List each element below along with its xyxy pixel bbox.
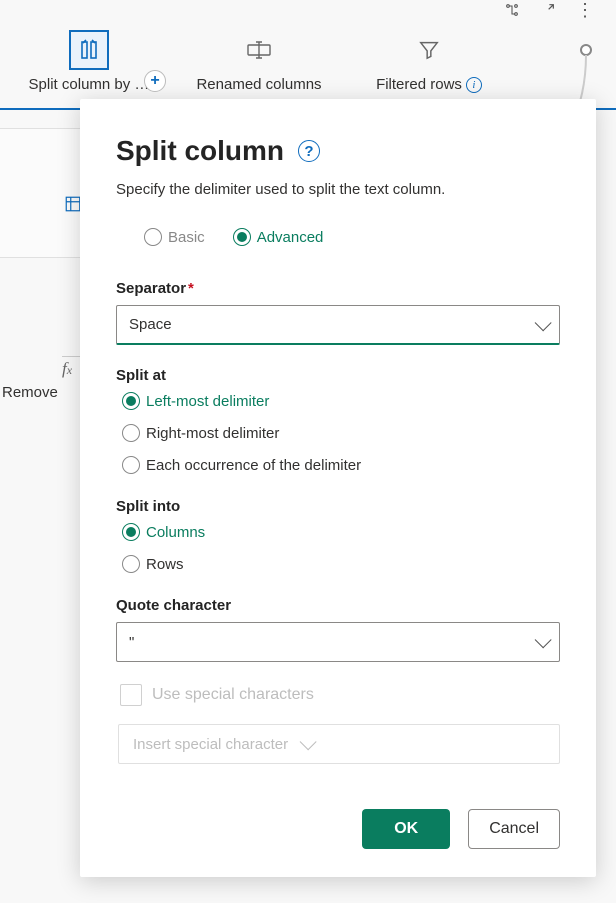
- radio-label: Each occurrence of the delimiter: [146, 457, 361, 474]
- insert-special-dropdown: Insert special character: [118, 724, 560, 764]
- info-icon[interactable]: i: [466, 77, 482, 93]
- split-column-icon: [77, 38, 101, 62]
- splitat-label: Split at: [116, 367, 560, 384]
- quote-select[interactable]: ": [116, 622, 560, 662]
- more-icon[interactable]: ⋮: [576, 0, 596, 21]
- checkbox-icon: [120, 684, 142, 706]
- special-characters-checkbox[interactable]: Use special characters: [116, 684, 560, 706]
- splitat-each-radio[interactable]: Each occurrence of the delimiter: [122, 456, 560, 474]
- radio-icon: [144, 228, 162, 246]
- filter-icon: [418, 39, 440, 61]
- splitinto-radio-group: Columns Rows: [116, 523, 560, 573]
- step-renamed-columns[interactable]: Renamed columns: [174, 30, 344, 93]
- radio-icon: [233, 228, 251, 246]
- separator-select[interactable]: Space: [116, 305, 560, 345]
- checkbox-label: Use special characters: [152, 686, 314, 704]
- cancel-button[interactable]: Cancel: [468, 809, 560, 849]
- help-icon[interactable]: ?: [298, 140, 320, 162]
- radio-icon: [122, 456, 140, 474]
- radio-label: Right-most delimiter: [146, 425, 279, 442]
- radio-label: Basic: [168, 229, 205, 246]
- splitat-radio-group: Left-most delimiter Right-most delimiter…: [116, 392, 560, 474]
- select-value: ": [129, 634, 134, 651]
- applied-steps-bar: Split column by … + Renamed columns Filt…: [0, 30, 616, 110]
- expand-icon: [540, 2, 556, 18]
- step-filtered-rows[interactable]: Filtered rows i: [344, 30, 514, 93]
- split-column-dialog: Split column ? Specify the delimiter use…: [80, 99, 596, 877]
- radio-label: Left-most delimiter: [146, 393, 269, 410]
- chevron-down-icon: [535, 631, 552, 648]
- chevron-down-icon: [300, 733, 317, 750]
- radio-label: Columns: [146, 524, 205, 541]
- step-label: Split column by …: [29, 76, 150, 93]
- splitinto-columns-radio[interactable]: Columns: [122, 523, 560, 541]
- splitinto-label: Split into: [116, 498, 560, 515]
- rename-icon: [246, 39, 272, 61]
- mode-basic-radio[interactable]: Basic: [144, 228, 205, 246]
- step-label: Renamed columns: [196, 76, 321, 93]
- radio-icon: [122, 392, 140, 410]
- separator-label: Separator*: [116, 280, 560, 297]
- step-label: Filtered rows: [376, 76, 462, 93]
- radio-icon: [122, 523, 140, 541]
- radio-label: Advanced: [257, 229, 324, 246]
- remove-label[interactable]: Remove: [2, 384, 58, 401]
- dialog-title: Split column: [116, 135, 284, 167]
- branch-icon: [504, 2, 520, 18]
- quote-label: Quote character: [116, 597, 560, 614]
- radio-label: Rows: [146, 556, 184, 573]
- dropdown-label: Insert special character: [133, 736, 288, 753]
- select-value: Space: [129, 316, 172, 333]
- insert-step-button[interactable]: +: [144, 70, 166, 92]
- radio-icon: [122, 555, 140, 573]
- mode-radio-group: Basic Advanced: [116, 228, 560, 246]
- dialog-footer: OK Cancel: [116, 809, 560, 849]
- ok-button[interactable]: OK: [362, 809, 450, 849]
- radio-icon: [122, 424, 140, 442]
- splitat-right-radio[interactable]: Right-most delimiter: [122, 424, 560, 442]
- chevron-down-icon: [535, 314, 552, 331]
- splitat-left-radio[interactable]: Left-most delimiter: [122, 392, 560, 410]
- mode-advanced-radio[interactable]: Advanced: [233, 228, 324, 246]
- dialog-subtitle: Specify the delimiter used to split the …: [116, 181, 560, 198]
- splitinto-rows-radio[interactable]: Rows: [122, 555, 560, 573]
- top-right-icons: ⋮: [504, 0, 596, 20]
